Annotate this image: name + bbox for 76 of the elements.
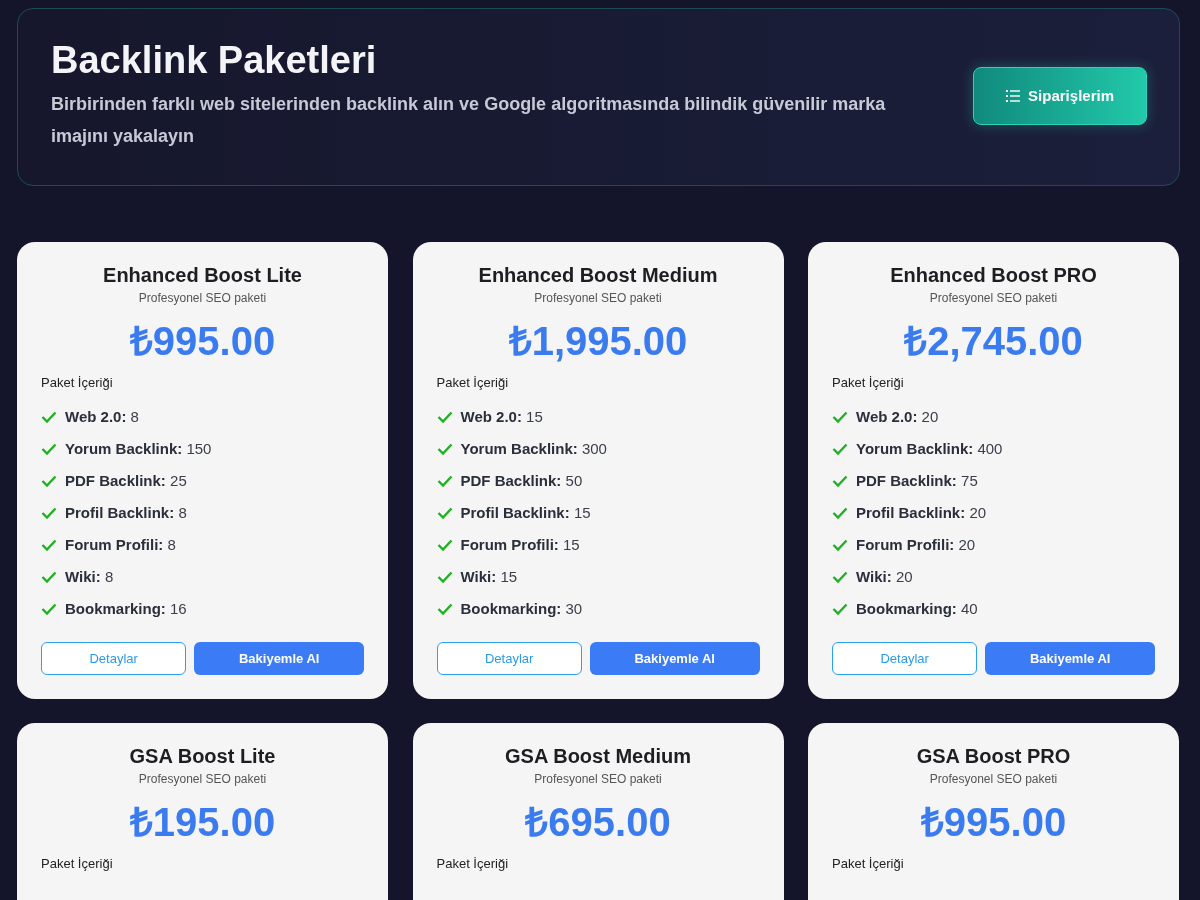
check-icon xyxy=(41,507,57,519)
package-price: ₺1,995.00 xyxy=(508,319,688,363)
feature-text: Wiki: 15 xyxy=(460,567,518,587)
check-icon xyxy=(436,443,453,455)
package-price: ₺2,745.00 xyxy=(904,319,1083,363)
check-icon xyxy=(41,411,57,423)
feature-text: Forum Profili: 20 xyxy=(856,535,976,555)
feature-text: Web 2.0: 20 xyxy=(856,407,939,427)
check-icon xyxy=(41,443,57,455)
orders-button[interactable]: Siparişlerim xyxy=(973,66,1147,125)
feature-text: Yorum Backlink: 300 xyxy=(460,439,607,459)
feature-text: Bookmarking: 40 xyxy=(856,599,978,619)
check-icon xyxy=(832,475,848,487)
contents-label: Paket İçeriği xyxy=(41,375,113,390)
feature-text: Yorum Backlink: 150 xyxy=(65,439,212,459)
contents-label: Paket İçeriği xyxy=(436,856,509,871)
buy-button[interactable]: Bakiyemle Al xyxy=(589,642,760,675)
package-name: GSA Boost Lite xyxy=(129,745,276,768)
feature-text: PDF Backlink: 25 xyxy=(65,471,187,491)
check-icon xyxy=(41,539,57,551)
check-icon xyxy=(832,443,848,455)
buy-button[interactable]: Bakiyemle Al xyxy=(194,642,364,675)
check-icon xyxy=(436,603,453,615)
feature-text: Yorum Backlink: 400 xyxy=(856,439,1003,459)
package-name: Enhanced Boost Medium xyxy=(478,264,718,287)
check-icon xyxy=(436,411,453,423)
package-name: Enhanced Boost PRO xyxy=(890,264,1097,287)
package-price: ₺995.00 xyxy=(920,800,1067,844)
buy-button[interactable]: Bakiyemle Al xyxy=(985,642,1155,675)
package-price: ₺195.00 xyxy=(129,800,276,844)
contents-label: Paket İçeriği xyxy=(41,856,113,871)
details-button[interactable]: Detaylar xyxy=(436,642,582,675)
feature-text: Wiki: 20 xyxy=(856,567,913,587)
feature-text: Forum Profili: 15 xyxy=(460,535,580,555)
page-subtitle: Birbirinden farklı web sitelerinden backlink alın ve Google algoritmasında bilindik güvenilir marka imajını yakalayın xyxy=(51,93,887,148)
feature-text: Profil Backlink: 15 xyxy=(460,503,591,523)
feature-text: Web 2.0: 15 xyxy=(460,407,543,427)
check-icon xyxy=(436,539,453,551)
check-icon xyxy=(832,571,848,583)
feature-text: Wiki: 8 xyxy=(65,567,114,587)
details-button[interactable]: Detaylar xyxy=(41,642,187,675)
package-tagline: Profesyonel SEO paketi xyxy=(534,291,662,305)
package-name: Enhanced Boost Lite xyxy=(103,264,302,287)
contents-label: Paket İçeriği xyxy=(436,375,509,390)
details-button[interactable]: Detaylar xyxy=(832,642,978,675)
package-tagline: Profesyonel SEO paketi xyxy=(138,291,267,305)
check-icon xyxy=(436,475,453,487)
check-icon xyxy=(41,571,57,583)
feature-text: Bookmarking: 16 xyxy=(65,599,187,619)
package-tagline: Profesyonel SEO paketi xyxy=(929,772,1058,786)
feature-text: Profil Backlink: 8 xyxy=(65,503,187,523)
check-icon xyxy=(832,411,848,423)
package-price: ₺695.00 xyxy=(525,800,671,844)
check-icon xyxy=(41,475,57,487)
check-icon xyxy=(436,507,453,519)
package-name: GSA Boost Medium xyxy=(505,745,691,768)
check-icon xyxy=(832,539,848,551)
package-tagline: Profesyonel SEO paketi xyxy=(138,772,267,786)
check-icon xyxy=(832,507,848,519)
page-title: Backlink Paketleri xyxy=(51,39,378,82)
feature-text: Profil Backlink: 20 xyxy=(856,503,987,523)
contents-label: Paket İçeriği xyxy=(832,856,904,871)
package-tagline: Profesyonel SEO paketi xyxy=(534,772,662,786)
package-price: ₺995.00 xyxy=(129,319,276,363)
feature-text: PDF Backlink: 50 xyxy=(460,471,583,491)
list-icon xyxy=(1006,89,1021,102)
check-icon xyxy=(832,603,848,615)
feature-text: Forum Profili: 8 xyxy=(65,535,176,555)
package-tagline: Profesyonel SEO paketi xyxy=(929,291,1058,305)
feature-text: Web 2.0: 8 xyxy=(65,407,139,427)
check-icon xyxy=(41,603,57,615)
feature-text: PDF Backlink: 75 xyxy=(856,471,978,491)
package-name: GSA Boost PRO xyxy=(916,745,1071,768)
check-icon xyxy=(436,571,453,583)
contents-label: Paket İçeriği xyxy=(832,375,904,390)
feature-text: Bookmarking: 30 xyxy=(460,599,583,619)
